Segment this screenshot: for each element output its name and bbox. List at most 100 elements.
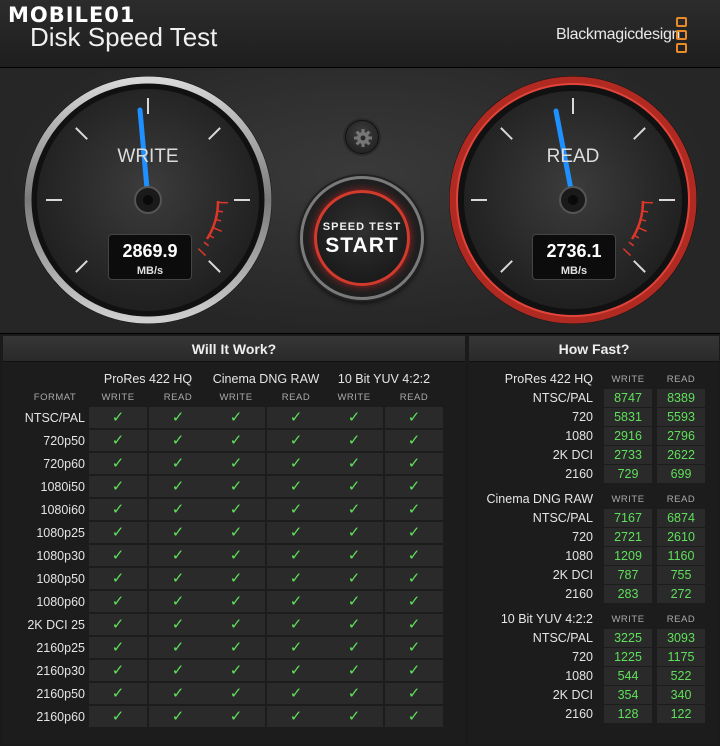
format-column-header: FORMAT [33,392,77,403]
format-row: 1080p30 ✓ ✓ ✓ ✓ ✓ ✓ [3,545,465,567]
write-fps-value: 7167 [604,509,652,527]
write-fps-value: 787 [604,566,652,584]
check-cell: ✓ [325,637,383,658]
start-button-caption: SPEED TEST [322,221,402,233]
check-cell: ✓ [267,407,325,428]
check-cell: ✓ [149,568,207,589]
how-fast-panel: How Fast? ProRes 422 HQ WRITE READ NTSC/PAL… [469,336,719,744]
read-gauge-label: READ [546,146,600,167]
resolution-label: 2K DCI [552,568,593,582]
check-cell: ✓ [207,407,265,428]
check-cell: ✓ [89,476,147,497]
format-row: 1080p60 ✓ ✓ ✓ ✓ ✓ ✓ [3,591,465,613]
write-fps-value: 3225 [604,629,652,647]
read-fps-value: 8389 [657,389,705,407]
format-row: 1080p50 ✓ ✓ ✓ ✓ ✓ ✓ [3,568,465,590]
check-cell: ✓ [267,453,325,474]
read-fps-value: 1175 [657,648,705,666]
check-cell: ✓ [149,522,207,543]
check-cell: ✓ [267,499,325,520]
check-cell: ✓ [325,591,383,612]
format-row: 2160p50 ✓ ✓ ✓ ✓ ✓ ✓ [3,683,465,705]
write-fps-value: 729 [604,465,652,483]
blackmagic-logo-icon [676,17,688,55]
format-label: 1080i50 [40,480,86,494]
check-cell: ✓ [325,660,383,681]
format-label: 2160p60 [36,710,85,724]
how-fast-title: How Fast? [469,336,719,362]
check-cell: ✓ [385,453,443,474]
read-fps-value: 2622 [657,446,705,464]
check-cell: ✓ [207,476,265,497]
read-fps-value: 1160 [657,547,705,565]
check-cell: ✓ [207,683,265,704]
read-column-header: READ [666,374,696,385]
check-cell: ✓ [89,706,147,727]
how-fast-section-title: ProRes 422 HQ [504,372,593,386]
write-fps-value: 354 [604,686,652,704]
check-cell: ✓ [385,660,443,681]
resolution-label: 2K DCI [552,448,593,462]
check-cell: ✓ [267,430,325,451]
app-title: Disk Speed Test [30,22,218,52]
check-cell: ✓ [149,407,207,428]
resolution-label: 2160 [565,587,593,601]
check-cell: ✓ [385,476,443,497]
settings-button[interactable] [345,120,379,154]
read-fps-value: 3093 [657,629,705,647]
start-button[interactable]: SPEED TEST START [300,176,424,300]
resolution-label: 1080 [565,549,593,563]
check-cell: ✓ [267,522,325,543]
write-speed-readout: 2869.9 MB/s [108,234,192,280]
check-cell: ✓ [325,499,383,520]
check-cell: ✓ [149,637,207,658]
check-cell: ✓ [325,614,383,635]
read-column-header: READ [281,392,311,403]
write-gauge [24,76,272,324]
check-cell: ✓ [149,476,207,497]
format-row: 720p50 ✓ ✓ ✓ ✓ ✓ ✓ [3,430,465,452]
read-fps-value: 122 [657,705,705,723]
read-speed-value: 2736.1 [546,241,602,261]
resolution-label: 2K DCI [552,688,593,702]
check-cell: ✓ [89,499,147,520]
check-cell: ✓ [325,476,383,497]
check-cell: ✓ [267,591,325,612]
resolution-label: NTSC/PAL [532,391,593,405]
resolution-label: 1080 [565,429,593,443]
read-fps-value: 522 [657,667,705,685]
write-fps-value: 2733 [604,446,652,464]
check-cell: ✓ [149,683,207,704]
write-column-header: WRITE [611,374,645,385]
check-cell: ✓ [207,499,265,520]
write-fps-value: 283 [604,585,652,603]
read-speed-unit: MB/s [560,265,588,277]
check-cell: ✓ [149,591,207,612]
read-column-header: READ [666,494,696,505]
read-fps-value: 6874 [657,509,705,527]
check-cell: ✓ [207,706,265,727]
check-cell: ✓ [385,637,443,658]
write-column-header: WRITE [337,392,371,403]
check-cell: ✓ [385,591,443,612]
check-cell: ✓ [207,637,265,658]
check-cell: ✓ [89,683,147,704]
check-cell: ✓ [267,660,325,681]
format-label: 1080p30 [36,549,85,563]
check-cell: ✓ [149,706,207,727]
will-it-work-panel: Will It Work? FORMAT ProRes 422 HQ Cinema … [3,336,465,744]
resolution-label: 720 [572,410,593,424]
read-gauge [449,76,697,324]
format-label: 2160p50 [36,687,85,701]
format-label: 1080p25 [36,526,85,540]
write-speed-value: 2869.9 [122,241,178,261]
check-cell: ✓ [267,545,325,566]
check-cell: ✓ [325,522,383,543]
check-cell: ✓ [385,568,443,589]
check-cell: ✓ [385,614,443,635]
check-cell: ✓ [89,637,147,658]
resolution-label: 2160 [565,467,593,481]
write-fps-value: 2916 [604,427,652,445]
read-speed-readout: 2736.1 MB/s [532,234,616,280]
format-row: 1080i50 ✓ ✓ ✓ ✓ ✓ ✓ [3,476,465,498]
